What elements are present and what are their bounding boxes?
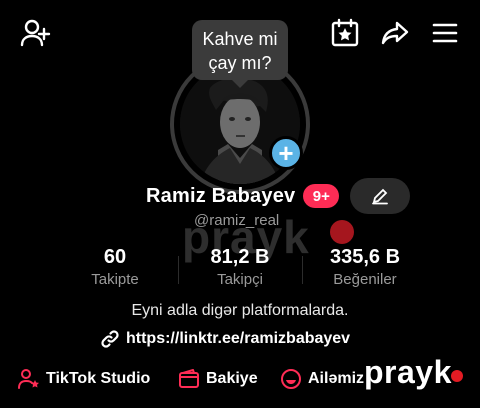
stat-followers-label: Takipçi	[217, 271, 263, 288]
status-bubble-line1: Kahve mi	[202, 29, 278, 49]
link-icon	[101, 330, 119, 348]
person-star-icon	[18, 369, 39, 389]
profile-name: Ramiz Babayev	[146, 184, 296, 207]
username: @ramiz_real	[194, 212, 280, 229]
stat-divider	[178, 256, 179, 284]
quick-link-label: Bakiye	[206, 370, 258, 387]
stat-following[interactable]: 60 Takipte	[80, 246, 150, 288]
watermark-logo: prayk	[364, 354, 452, 390]
stat-followers[interactable]: 81,2 B Takipçi	[200, 246, 280, 288]
stat-likes[interactable]: 335,6 B Beğeniler	[322, 246, 408, 288]
notification-badge[interactable]: 9+	[303, 184, 340, 208]
share-icon[interactable]	[378, 16, 412, 50]
watermark-dot	[330, 220, 354, 244]
menu-icon[interactable]	[430, 18, 460, 48]
quick-link-label: TikTok Studio	[46, 370, 151, 387]
edit-profile-button[interactable]	[350, 178, 410, 214]
quick-link-tiktok-studio[interactable]: TikTok Studio	[18, 366, 150, 392]
watermark-dot	[451, 370, 463, 382]
quick-link-balance[interactable]: Bakiye	[178, 366, 258, 392]
calendar-star-icon[interactable]	[328, 16, 362, 50]
wallet-icon	[179, 369, 199, 388]
stat-following-label: Takipte	[91, 271, 139, 288]
quick-link-label: Ailəmiz	[308, 370, 365, 387]
stat-likes-label: Beğeniler	[333, 271, 397, 288]
stat-following-value: 60	[103, 246, 127, 268]
quick-link-family[interactable]: Ailəmiz	[280, 366, 364, 392]
status-bubble[interactable]: Kahve mi çay mı?	[192, 20, 288, 88]
profile-name-row: Ramiz Babayev 9+	[146, 178, 340, 214]
profile-link-text: https://linktr.ee/ramizbabayev	[126, 330, 351, 347]
status-bubble-line2: çay mı?	[208, 53, 272, 73]
stat-likes-value: 335,6 B	[329, 246, 401, 268]
stat-followers-value: 81,2 B	[210, 246, 270, 268]
add-friend-icon[interactable]	[18, 16, 52, 50]
add-photo-button[interactable]: +	[269, 136, 303, 170]
bio-text: Eyni adla digər platformalarda.	[131, 302, 349, 319]
pencil-icon	[372, 188, 388, 205]
family-icon	[281, 369, 301, 389]
stat-divider	[302, 256, 303, 284]
profile-link[interactable]: https://linktr.ee/ramizbabayev	[100, 328, 350, 350]
